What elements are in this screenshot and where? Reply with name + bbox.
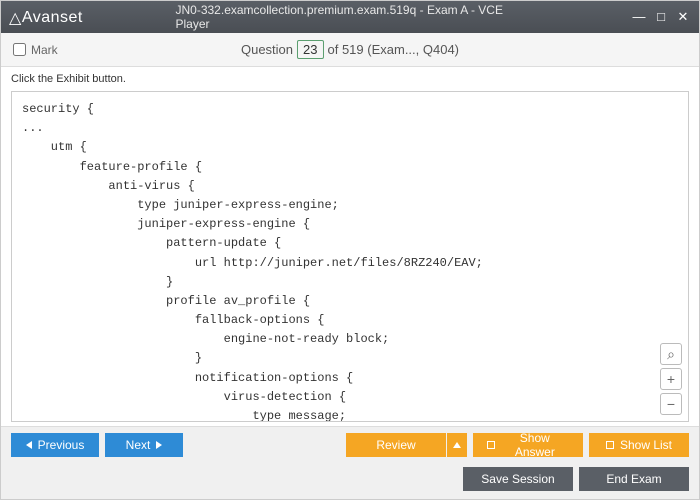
maximize-icon[interactable]: □ bbox=[653, 9, 669, 25]
window-title: JN0-332.examcollection.premium.exam.519q… bbox=[176, 3, 525, 31]
zoom-search-icon[interactable]: ⌕ bbox=[660, 343, 682, 365]
bottom-bar: Save Session End Exam bbox=[1, 463, 699, 499]
mark-label: Mark bbox=[31, 43, 58, 57]
show-list-button[interactable]: Show List bbox=[589, 433, 689, 457]
question-total: of 519 (Exam..., Q404) bbox=[328, 42, 460, 57]
arrow-left-icon bbox=[26, 441, 32, 449]
square-icon bbox=[487, 441, 495, 449]
logo-text: Avanset bbox=[22, 9, 83, 26]
window-controls: — □ ✕ bbox=[631, 9, 691, 25]
square-icon bbox=[606, 441, 614, 449]
review-toggle-button[interactable] bbox=[447, 433, 467, 457]
show-list-label: Show List bbox=[620, 438, 672, 452]
minimize-icon[interactable]: — bbox=[631, 9, 647, 25]
review-button[interactable]: Review bbox=[346, 433, 446, 457]
show-answer-button[interactable]: Show Answer bbox=[473, 433, 583, 457]
close-icon[interactable]: ✕ bbox=[675, 9, 691, 25]
review-label: Review bbox=[376, 438, 415, 452]
mark-container[interactable]: Mark bbox=[13, 43, 58, 57]
end-exam-button[interactable]: End Exam bbox=[579, 467, 689, 491]
arrow-up-icon bbox=[453, 442, 461, 448]
logo-icon: △ bbox=[9, 8, 22, 28]
zoom-out-icon[interactable]: − bbox=[660, 393, 682, 415]
arrow-right-icon bbox=[156, 441, 162, 449]
zoom-in-icon[interactable]: + bbox=[660, 368, 682, 390]
app-logo: △Avanset bbox=[9, 7, 83, 27]
mark-checkbox[interactable] bbox=[13, 43, 26, 56]
question-label: Question bbox=[241, 42, 293, 57]
question-bar: Mark Question 23 of 519 (Exam..., Q404) bbox=[1, 33, 699, 67]
zoom-controls: ⌕ + − bbox=[660, 343, 682, 415]
exhibit-area: security { ... utm { feature-profile { a… bbox=[11, 91, 689, 422]
instruction-text: Click the Exhibit button. bbox=[1, 67, 699, 91]
next-button[interactable]: Next bbox=[105, 433, 183, 457]
question-info: Question 23 of 519 (Exam..., Q404) bbox=[241, 40, 459, 59]
exhibit-content[interactable]: security { ... utm { feature-profile { a… bbox=[12, 92, 688, 421]
next-label: Next bbox=[126, 438, 151, 452]
previous-label: Previous bbox=[38, 438, 85, 452]
save-session-button[interactable]: Save Session bbox=[463, 467, 573, 491]
nav-bar: Previous Next Review Show Answer Show Li… bbox=[1, 426, 699, 463]
question-number: 23 bbox=[297, 40, 323, 59]
show-answer-label: Show Answer bbox=[501, 431, 569, 459]
previous-button[interactable]: Previous bbox=[11, 433, 99, 457]
title-bar: △Avanset JN0-332.examcollection.premium.… bbox=[1, 1, 699, 33]
